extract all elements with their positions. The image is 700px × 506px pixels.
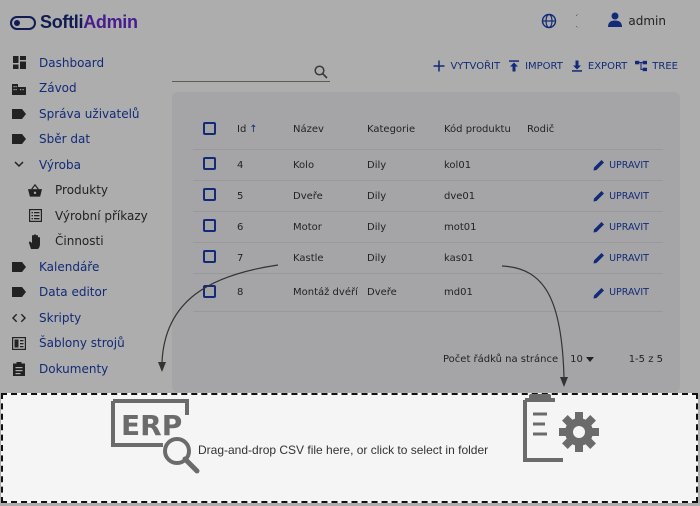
csv-dropzone[interactable]: ERP Drag-and-drop CSV file here, or clic…: [1, 393, 698, 503]
dropzone-text: Drag-and-drop CSV file here, or click to…: [198, 443, 489, 457]
erp-icon: ERP: [111, 399, 200, 474]
svg-text:ERP: ERP: [121, 409, 182, 442]
document-settings-icon: [523, 394, 599, 462]
